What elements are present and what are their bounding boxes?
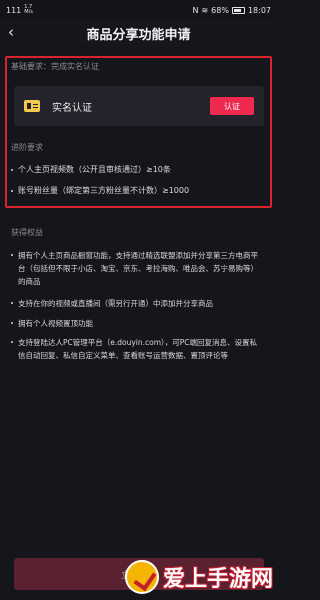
benefit-item: 拥有个人主页商品橱窗功能，支持通过精选联盟添加并分享第三方电商平台（包括但不限于… — [11, 249, 261, 288]
benefit-item: 拥有个人视频置顶功能 — [11, 317, 261, 330]
carrier-signal: 111 — [6, 5, 22, 15]
watermark: 爱上手游网 — [124, 560, 273, 594]
benefits-label: 获得权益 — [11, 228, 43, 237]
bullet-icon — [11, 341, 13, 343]
wifi-icon: ≋ — [201, 5, 209, 15]
requirement-item: 个人主页视频数（公开且审核通过）≥10条 — [11, 164, 171, 175]
bullet-icon — [11, 189, 13, 192]
battery-percent: 68% — [211, 5, 229, 15]
chevron-left-icon[interactable]: ‹ — [8, 23, 14, 41]
bullet-icon — [11, 168, 13, 171]
bullet-icon — [11, 254, 13, 256]
advanced-requirement-label: 进阶要求 — [11, 143, 43, 152]
benefit-item: 支持登陆达人PC管理平台（e.douyin.com），可PC端回复消息、设置私信… — [11, 336, 261, 362]
benefit-item: 支持在你的视频或直播间（需另行开通）中添加并分享商品 — [11, 297, 261, 310]
page-title: 商品分享功能申请 — [86, 27, 191, 43]
watermark-text: 爱上手游网 — [162, 567, 273, 592]
network-speed: 1.7 M/s — [24, 4, 33, 15]
watermark-logo-icon — [124, 560, 159, 594]
bullet-icon — [11, 302, 13, 304]
requirement-item: 账号粉丝量（绑定第三方粉丝量不计数）≥1000 — [11, 185, 189, 196]
battery-icon — [231, 6, 245, 14]
real-name-label: 实名认证 — [52, 102, 92, 114]
bullet-icon — [11, 322, 13, 324]
page-header: ‹ 商品分享功能申请 — [0, 20, 277, 46]
real-name-card: 实名认证 认证 — [14, 86, 264, 126]
nfc-icon: N — [192, 5, 199, 15]
verify-button[interactable]: 认证 — [210, 97, 254, 115]
status-bar: 111 1.7 M/s N ≋ 68% 18:07 — [0, 0, 277, 20]
clock: 18:07 — [247, 5, 271, 15]
basic-requirement-label: 基础要求：完成实名认证 — [11, 62, 99, 71]
id-card-icon — [24, 100, 40, 112]
